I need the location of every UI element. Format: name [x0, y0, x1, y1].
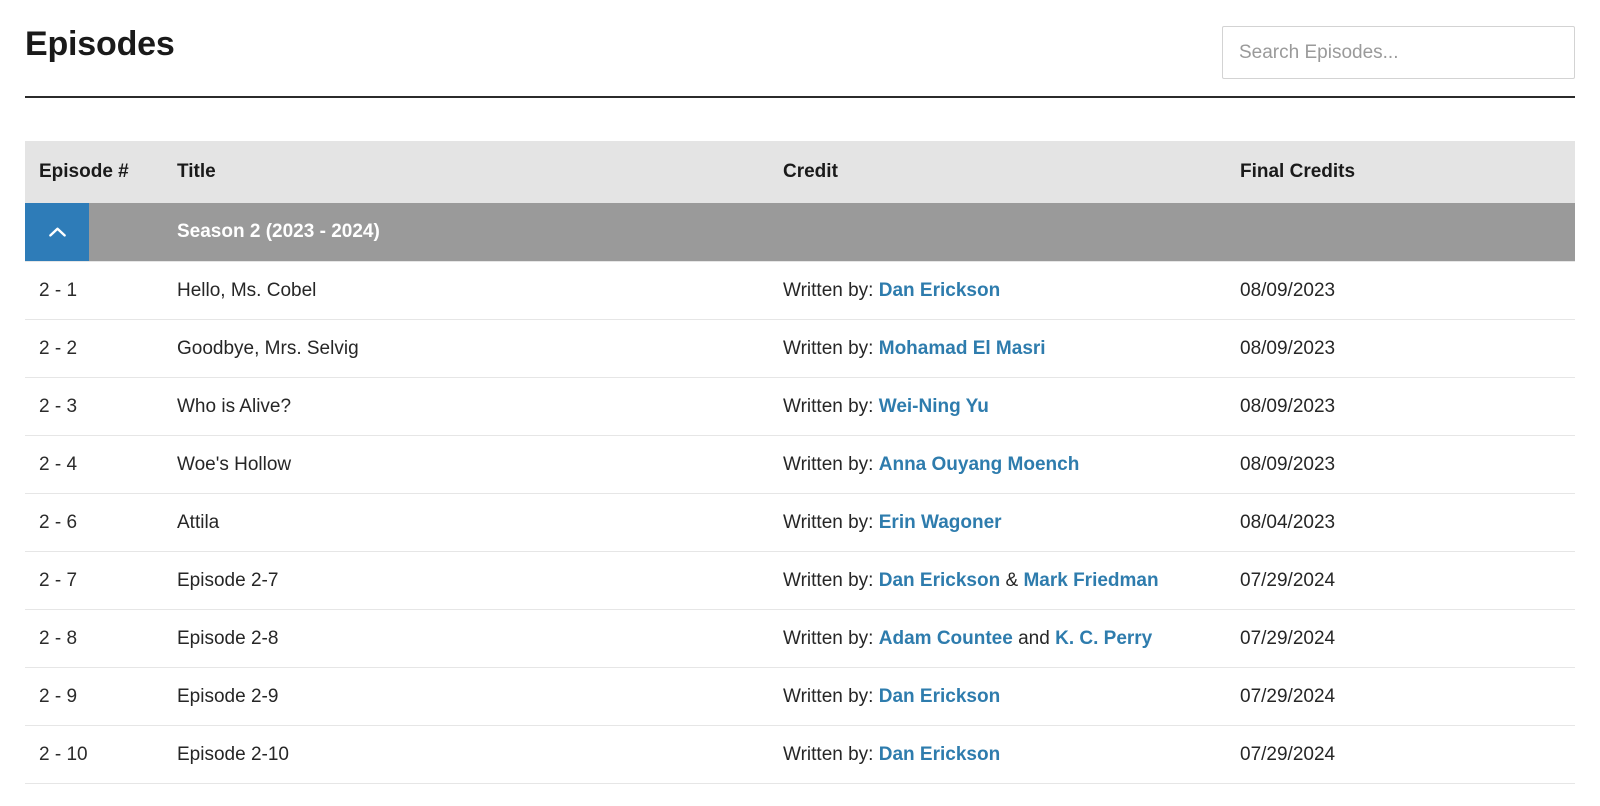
cell-final-credits: 08/09/2023 — [1240, 435, 1575, 494]
table-row[interactable]: 2 - 3 Who is Alive? Written by: Wei-Ning Y… — [25, 377, 1575, 436]
cell-title: Who is Alive? — [177, 377, 783, 436]
page-header: Episodes — [25, 0, 1575, 97]
credit-prefix: Written by: — [783, 395, 874, 417]
page-title: Episodes — [25, 25, 175, 63]
table-row[interactable]: 2 - 9 Episode 2-9 Written by: Dan Erickson… — [25, 667, 1575, 726]
writer-link[interactable]: Erin Wagoner — [879, 512, 1002, 533]
cell-episode-number: 2 - 1 — [25, 261, 177, 320]
cell-credit: Written by: Dan Erickson — [783, 725, 1240, 784]
table-row[interactable]: 2 - 1 Hello, Ms. Cobel Written by: Dan Eri… — [25, 261, 1575, 320]
credit-prefix: Written by: — [783, 453, 874, 475]
season-group-row[interactable]: Season 2 (2023 - 2024) — [25, 203, 1575, 262]
cell-title: Hello, Ms. Cobel — [177, 261, 783, 320]
credit-prefix: Written by: — [783, 569, 874, 591]
season-label: Season 2 (2023 - 2024) — [177, 221, 380, 242]
cell-credit: Written by: Dan Erickson & Mark Friedman — [783, 551, 1240, 610]
cell-credit: Written by: Wei-Ning Yu — [783, 377, 1240, 436]
cell-final-credits: 08/09/2023 — [1240, 261, 1575, 320]
writer-link[interactable]: Adam Countee — [879, 628, 1013, 649]
cell-credit: Written by: Dan Erickson — [783, 667, 1240, 726]
column-header-credit[interactable]: Credit — [783, 141, 1240, 203]
cell-final-credits: 07/29/2024 — [1240, 667, 1575, 726]
table-body: Season 2 (2023 - 2024) 2 - 1 Hello, Ms. C… — [25, 203, 1575, 784]
table-row[interactable]: 2 - 10 Episode 2-10 Written by: Dan Ericks… — [25, 725, 1575, 784]
cell-episode-number: 2 - 9 — [25, 667, 177, 726]
table-row[interactable]: 2 - 7 Episode 2-7 Written by: Dan Erickson… — [25, 551, 1575, 610]
column-header-title[interactable]: Title — [177, 141, 783, 203]
cell-title: Episode 2-9 — [177, 667, 783, 726]
writer-link[interactable]: Mark Friedman — [1023, 570, 1158, 591]
credit-prefix: Written by: — [783, 511, 874, 533]
cell-title: Woe's Hollow — [177, 435, 783, 494]
cell-credit: Written by: Adam Countee and K. C. Perry — [783, 609, 1240, 668]
writer-link[interactable]: Dan Erickson — [879, 570, 1000, 591]
cell-credit: Written by: Erin Wagoner — [783, 493, 1240, 552]
cell-episode-number: 2 - 2 — [25, 319, 177, 378]
cell-episode-number: 2 - 3 — [25, 377, 177, 436]
writer-link[interactable]: Wei-Ning Yu — [879, 396, 989, 417]
cell-title: Episode 2-10 — [177, 725, 783, 784]
season-label-cell: Season 2 (2023 - 2024) — [177, 203, 1575, 262]
credit-prefix: Written by: — [783, 743, 874, 765]
table-row[interactable]: 2 - 4 Woe's Hollow Written by: Anna Ouyang… — [25, 435, 1575, 494]
cell-final-credits: 08/09/2023 — [1240, 377, 1575, 436]
episodes-page: Episodes Episode # Title Credit Final Cr… — [0, 0, 1600, 806]
cell-credit: Written by: Dan Erickson — [783, 261, 1240, 320]
writer-separator: & — [1005, 569, 1019, 591]
cell-title: Episode 2-8 — [177, 609, 783, 668]
table-row[interactable]: 2 - 8 Episode 2-8 Written by: Adam Countee… — [25, 609, 1575, 668]
cell-title: Attila — [177, 493, 783, 552]
credit-prefix: Written by: — [783, 279, 874, 301]
column-header-episode-number[interactable]: Episode # — [25, 141, 177, 203]
cell-credit: Written by: Anna Ouyang Moench — [783, 435, 1240, 494]
writer-link[interactable]: Dan Erickson — [879, 744, 1000, 765]
cell-final-credits: 08/04/2023 — [1240, 493, 1575, 552]
writer-separator: and — [1018, 627, 1050, 649]
cell-episode-number: 2 - 10 — [25, 725, 177, 784]
writer-link[interactable]: Mohamad El Masri — [879, 338, 1046, 359]
cell-title: Episode 2-7 — [177, 551, 783, 610]
credit-prefix: Written by: — [783, 627, 874, 649]
writer-link[interactable]: Anna Ouyang Moench — [879, 454, 1080, 475]
cell-episode-number: 2 - 6 — [25, 493, 177, 552]
credit-prefix: Written by: — [783, 685, 874, 707]
cell-episode-number: 2 - 4 — [25, 435, 177, 494]
cell-episode-number: 2 - 8 — [25, 609, 177, 668]
episodes-table: Episode # Title Credit Final Credits Sea… — [25, 141, 1575, 784]
writer-link[interactable]: Dan Erickson — [879, 686, 1000, 707]
table-header: Episode # Title Credit Final Credits — [25, 141, 1575, 203]
column-header-final-credits[interactable]: Final Credits — [1240, 141, 1575, 203]
table-row[interactable]: 2 - 2 Goodbye, Mrs. Selvig Written by: Moh… — [25, 319, 1575, 378]
table-row[interactable]: 2 - 6 Attila Written by: Erin Wagoner 08/04… — [25, 493, 1575, 552]
season-collapse-button[interactable] — [25, 203, 89, 261]
chevron-up-icon — [48, 227, 66, 237]
writer-link[interactable]: Dan Erickson — [879, 280, 1000, 301]
writer-link[interactable]: K. C. Perry — [1055, 628, 1152, 649]
cell-final-credits: 07/29/2024 — [1240, 551, 1575, 610]
cell-final-credits: 07/29/2024 — [1240, 725, 1575, 784]
search-field-wrapper — [1222, 26, 1575, 79]
cell-credit: Written by: Mohamad El Masri — [783, 319, 1240, 378]
table-header-row: Episode # Title Credit Final Credits — [25, 141, 1575, 203]
header-divider — [25, 96, 1575, 98]
credit-prefix: Written by: — [783, 337, 874, 359]
season-toggle-cell — [25, 203, 177, 262]
search-input[interactable] — [1222, 26, 1575, 79]
cell-final-credits: 08/09/2023 — [1240, 319, 1575, 378]
cell-final-credits: 07/29/2024 — [1240, 609, 1575, 668]
cell-episode-number: 2 - 7 — [25, 551, 177, 610]
episodes-table-wrapper: Episode # Title Credit Final Credits Sea… — [25, 141, 1575, 784]
cell-title: Goodbye, Mrs. Selvig — [177, 319, 783, 378]
